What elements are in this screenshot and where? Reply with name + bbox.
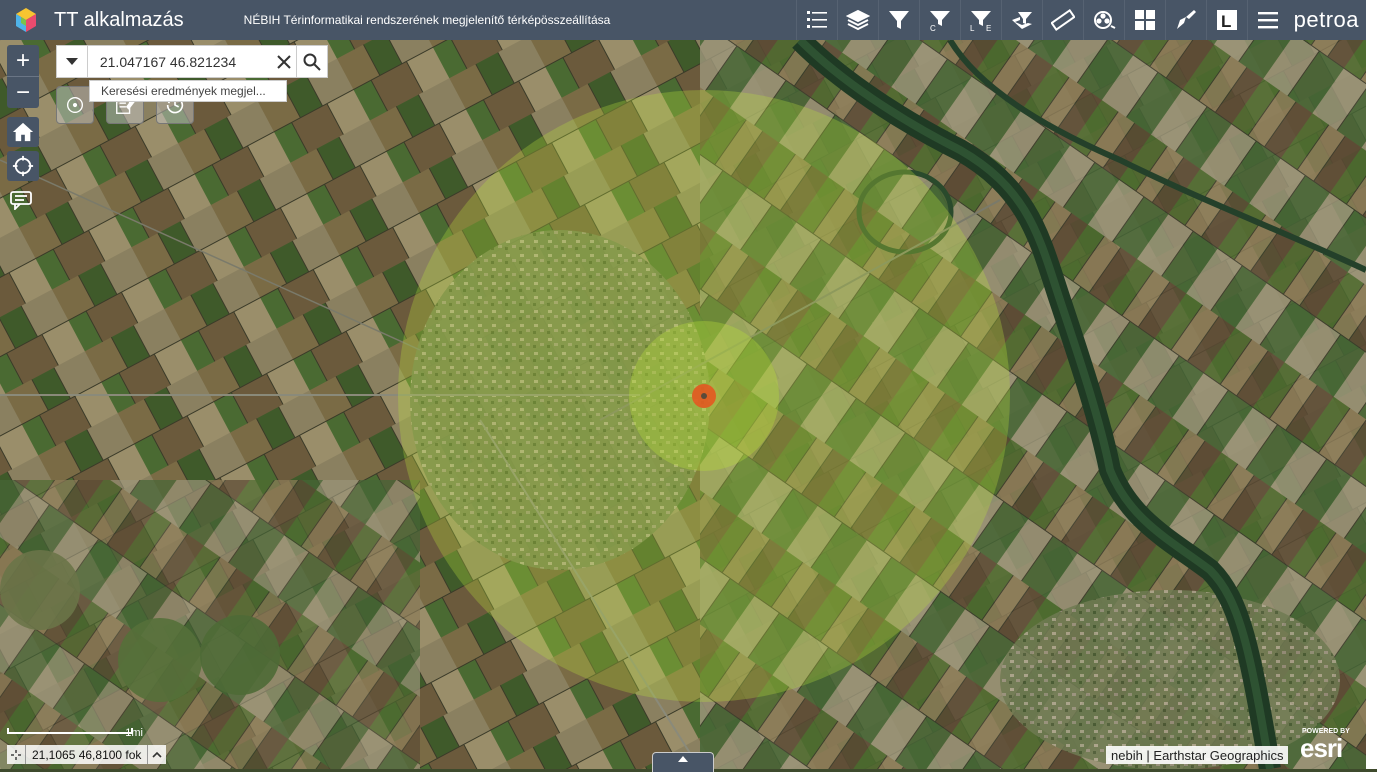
search-widget xyxy=(56,45,328,78)
l-button[interactable]: L xyxy=(1205,0,1247,40)
plus-icon: + xyxy=(15,46,30,74)
layers-button[interactable] xyxy=(836,0,878,40)
scale-label: 1mi xyxy=(125,727,143,739)
app-header: TT alkalmazás NÉBIH Térinformatikai rend… xyxy=(0,0,1366,40)
app-logo-icon xyxy=(16,8,36,32)
filter-button[interactable] xyxy=(877,0,919,40)
layer-filter-icon xyxy=(1011,12,1032,29)
brand-label: petroa xyxy=(1293,7,1359,32)
crosshair-icon xyxy=(11,749,21,760)
esri-wordmark: esri xyxy=(1300,733,1343,763)
caret-up-icon xyxy=(678,756,688,762)
l-icon: L xyxy=(1216,10,1237,31)
filter-c-button[interactable]: C xyxy=(918,0,960,40)
svg-text:L: L xyxy=(1221,12,1231,31)
page-edge xyxy=(1366,0,1377,769)
film-button[interactable] xyxy=(1082,0,1124,40)
coordinate-display: 21,1065 46,8100 fok xyxy=(7,745,167,764)
target-icon xyxy=(66,96,84,114)
filter-icon xyxy=(888,11,909,29)
chevron-up-icon xyxy=(152,751,163,758)
app-title: TT alkalmazás xyxy=(54,8,184,31)
svg-text:C: C xyxy=(930,24,936,32)
zoom-out-button[interactable]: − xyxy=(7,76,39,108)
search-clear-button[interactable] xyxy=(272,46,296,77)
measure-button[interactable] xyxy=(1041,0,1083,40)
measure-icon xyxy=(1050,9,1075,31)
crosshair-button[interactable] xyxy=(7,745,26,764)
grid-icon xyxy=(1134,10,1155,30)
svg-text:L: L xyxy=(970,24,975,32)
legend-button[interactable] xyxy=(795,0,837,40)
legend-icon xyxy=(806,11,827,28)
svg-text:E: E xyxy=(986,24,991,32)
filter-le-button[interactable]: LE xyxy=(959,0,1001,40)
search-icon xyxy=(303,53,321,71)
bottom-panel-toggle[interactable] xyxy=(652,752,714,772)
search-submit-button[interactable] xyxy=(296,46,327,77)
esri-logo: POWERED BY esri xyxy=(1298,728,1360,764)
film-icon xyxy=(1093,11,1116,29)
zoom-in-button[interactable]: + xyxy=(7,45,39,76)
coordinate-text: 21,1065 46,8100 fok xyxy=(32,747,142,762)
app-subtitle: NÉBIH Térinformatikai rendszerének megje… xyxy=(243,13,611,27)
locate-button[interactable] xyxy=(7,151,39,181)
map-view[interactable] xyxy=(0,40,1366,769)
locate-icon xyxy=(12,155,34,177)
caret-down-icon xyxy=(65,57,78,65)
menu-button[interactable] xyxy=(1246,0,1288,40)
home-button[interactable] xyxy=(7,117,39,147)
layer-filter-button[interactable] xyxy=(1000,0,1042,40)
grid-button[interactable] xyxy=(1123,0,1165,40)
menu-icon xyxy=(1257,12,1278,29)
filter-le-icon: LE xyxy=(970,11,991,32)
comment-icon[interactable] xyxy=(9,190,35,210)
layers-icon xyxy=(845,9,870,31)
search-source-dropdown[interactable] xyxy=(57,46,88,77)
zoom-controls: + − xyxy=(7,45,39,108)
scale-bar: 1mi xyxy=(7,724,143,739)
search-input[interactable] xyxy=(87,46,272,77)
search-suggestion[interactable]: Keresési eredmények megjel... xyxy=(89,80,287,102)
minus-icon: − xyxy=(15,78,30,106)
draw-button[interactable] xyxy=(1164,0,1206,40)
satellite-basemap[interactable] xyxy=(0,40,1366,769)
home-icon xyxy=(12,122,34,142)
map-attribution[interactable]: nebih | Earthstar Geographics xyxy=(1106,746,1289,764)
draw-icon xyxy=(1176,10,1196,29)
close-icon xyxy=(277,54,291,69)
coordinate-expand-button[interactable] xyxy=(147,745,166,764)
filter-c-icon: C xyxy=(929,11,950,32)
